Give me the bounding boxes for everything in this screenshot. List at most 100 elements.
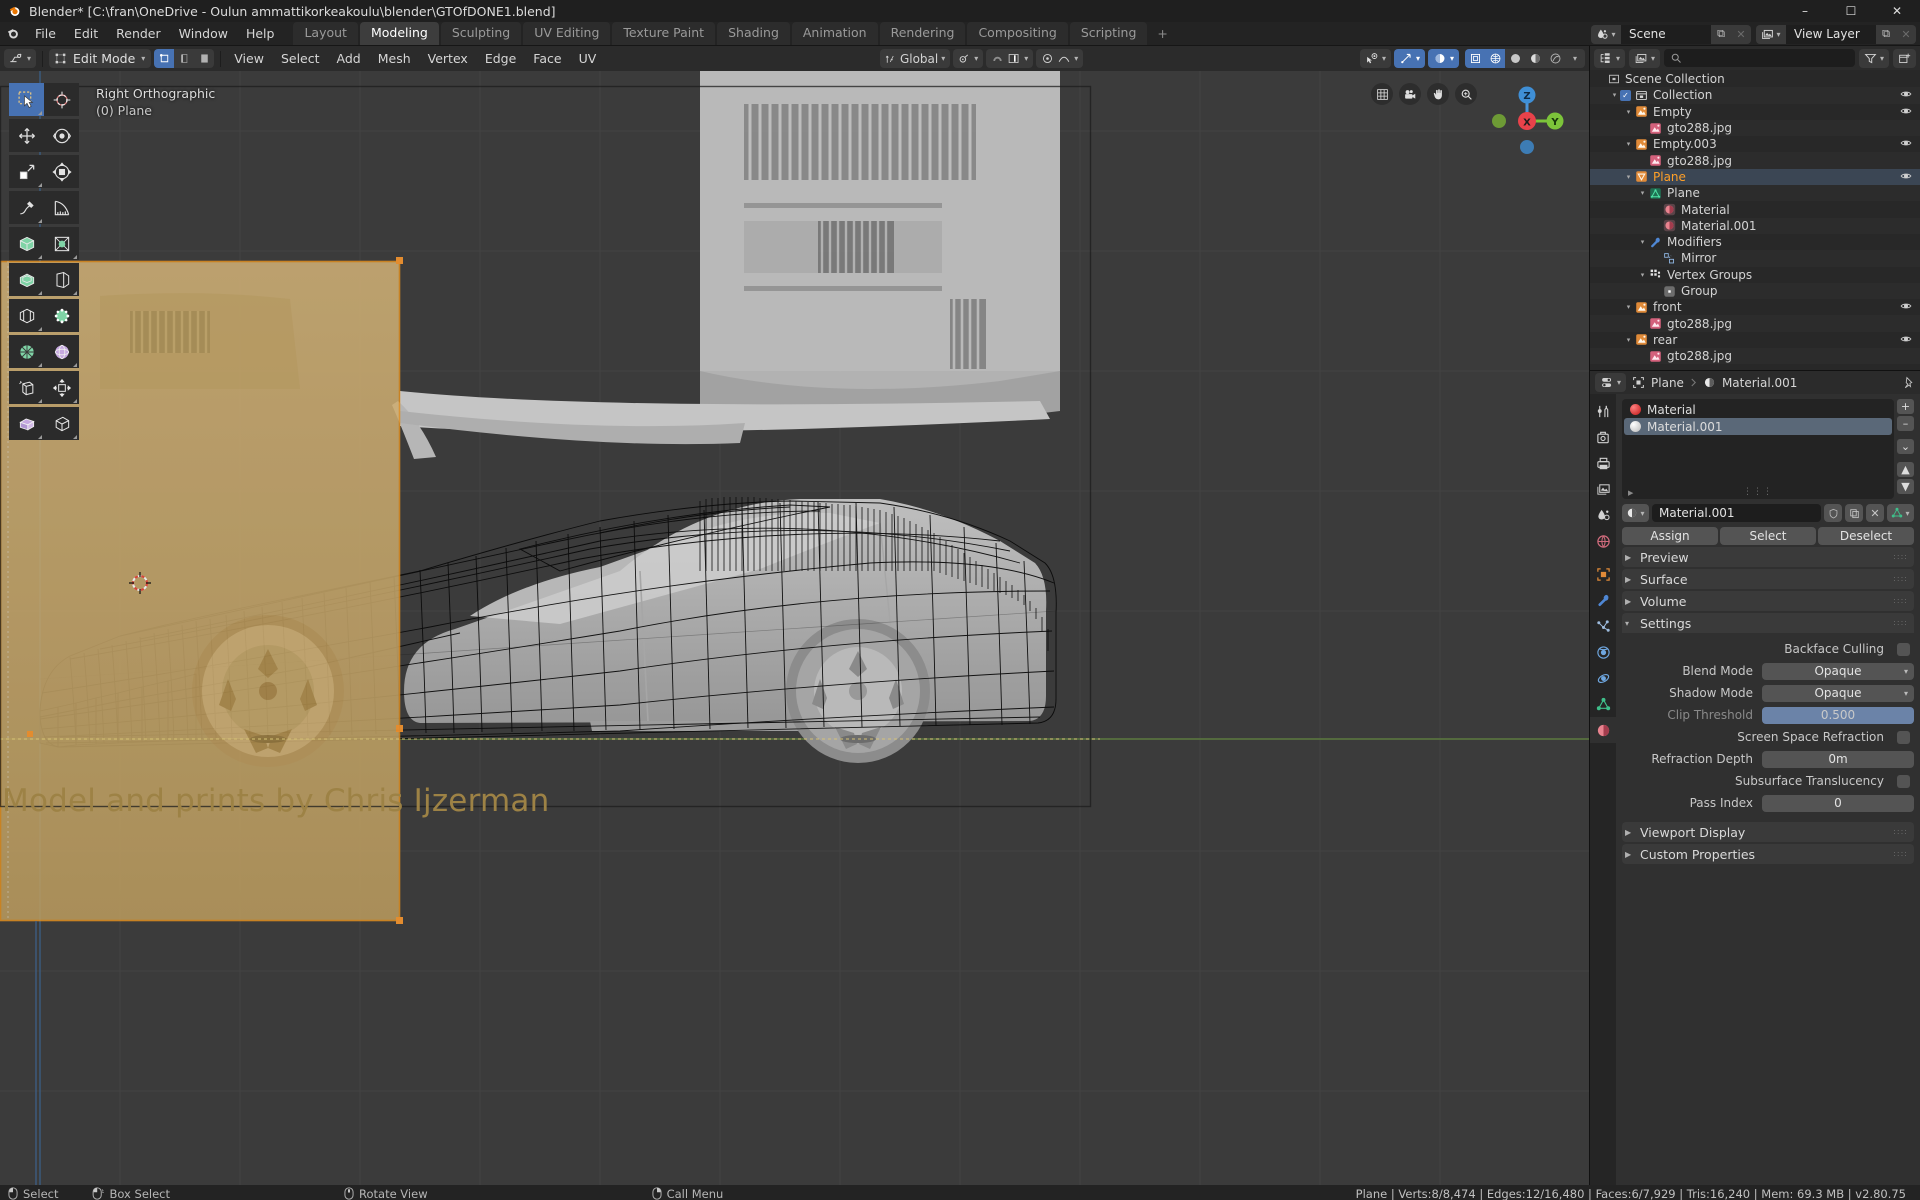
- outliner-row-front[interactable]: ▾ front: [1590, 299, 1920, 315]
- data-tab[interactable]: [1590, 691, 1616, 717]
- outliner-row-scene-collection[interactable]: Scene Collection: [1590, 71, 1920, 87]
- panel-custom-properties[interactable]: ▶ Custom Properties ::::: [1622, 844, 1914, 864]
- maximize-button[interactable]: ☐: [1828, 0, 1874, 22]
- outliner-disclosure-triangle-icon[interactable]: ▾: [1623, 303, 1634, 311]
- collection-checkbox[interactable]: ✓: [1620, 89, 1631, 101]
- outliner-disclosure-triangle-icon[interactable]: ▾: [1637, 271, 1648, 279]
- outliner-row-plane[interactable]: ▾ Plane: [1590, 185, 1920, 202]
- hide-in-viewport-icon[interactable]: [1900, 300, 1912, 315]
- properties-editor-type-button[interactable]: ▾: [1595, 373, 1627, 392]
- browse-material-button[interactable]: ▾: [1622, 504, 1649, 522]
- outliner-row-plane[interactable]: ▾ Plane: [1590, 168, 1920, 186]
- add-material-slot-button[interactable]: +: [1897, 399, 1914, 414]
- face-select-mode-button[interactable]: [194, 49, 215, 68]
- scale-tool[interactable]: [9, 155, 44, 188]
- viewport-menu-select[interactable]: Select: [274, 49, 327, 68]
- clip-threshold-slider[interactable]: 0.500: [1762, 706, 1914, 724]
- subsurface-translucency-checkbox[interactable]: [1897, 774, 1910, 788]
- material-slot-row[interactable]: Material: [1624, 401, 1892, 418]
- xray-toggle[interactable]: ▾: [1427, 49, 1459, 68]
- new-view-layer-button[interactable]: ⧉: [1876, 24, 1896, 44]
- outliner-row-mirror[interactable]: Mirror: [1590, 250, 1920, 267]
- object-tab[interactable]: [1590, 561, 1616, 587]
- knife-tool[interactable]: [44, 299, 79, 332]
- menu-help[interactable]: Help: [237, 22, 284, 45]
- close-button[interactable]: ✕: [1874, 0, 1920, 22]
- transform-orientation-dropdown[interactable]: Global ▾: [879, 49, 951, 68]
- material-link-dropdown[interactable]: ▾: [1887, 504, 1914, 522]
- tab-sculpting[interactable]: Sculpting: [440, 22, 522, 45]
- list-resize-grip[interactable]: ⋮⋮⋮: [1743, 487, 1773, 497]
- scene-tab[interactable]: [1590, 502, 1616, 528]
- viewport-menu-uv[interactable]: UV: [572, 49, 604, 68]
- tab-scripting[interactable]: Scripting: [1069, 22, 1148, 45]
- pan-view-hand-icon[interactable]: [1427, 83, 1449, 105]
- hide-in-viewport-icon[interactable]: [1900, 105, 1912, 120]
- world-tab[interactable]: [1590, 528, 1616, 554]
- minimize-button[interactable]: –: [1782, 0, 1828, 22]
- view-layer-tab[interactable]: [1590, 476, 1616, 502]
- outliner-filter-button[interactable]: ▾: [1858, 48, 1889, 68]
- add-workspace-button[interactable]: +: [1149, 23, 1175, 45]
- outliner-row-modifiers[interactable]: ▾ Modifiers: [1590, 234, 1920, 250]
- properties-breadcrumb-object[interactable]: Plane: [1651, 376, 1684, 390]
- smooth-tool[interactable]: [9, 371, 44, 404]
- panel-surface[interactable]: ▶ Surface ::::: [1622, 569, 1914, 589]
- outliner-disclosure-triangle-icon[interactable]: ▾: [1623, 173, 1634, 181]
- pin-icon[interactable]: [1902, 376, 1915, 389]
- outliner-disclosure-triangle-icon[interactable]: ▾: [1637, 238, 1648, 246]
- outliner-disclosure-triangle-icon[interactable]: ▾: [1623, 140, 1634, 148]
- refraction-depth-field[interactable]: 0m: [1762, 750, 1914, 768]
- backface-culling-checkbox[interactable]: [1897, 642, 1910, 656]
- tab-shading[interactable]: Shading: [717, 22, 790, 45]
- outliner-row-gto288-jpg[interactable]: gto288.jpg: [1590, 348, 1920, 365]
- snap-dropdown[interactable]: ▾: [953, 49, 984, 68]
- rotate-tool[interactable]: [44, 119, 79, 152]
- slot-expand-arrow-icon[interactable]: ▶: [1628, 489, 1633, 497]
- material-tab[interactable]: [1590, 717, 1616, 743]
- outliner-row-gto288-jpg[interactable]: gto288.jpg: [1590, 119, 1920, 137]
- tab-rendering[interactable]: Rendering: [879, 22, 966, 45]
- viewport-menu-mesh[interactable]: Mesh: [371, 49, 418, 68]
- outliner-row-vertex-groups[interactable]: ▾ Vertex Groups: [1590, 267, 1920, 283]
- panel-volume[interactable]: ▶ Volume ::::: [1622, 591, 1914, 611]
- move-slot-up-button[interactable]: ▲: [1897, 462, 1914, 477]
- menu-edit[interactable]: Edit: [65, 22, 107, 45]
- outliner-disclosure-triangle-icon[interactable]: ▾: [1609, 91, 1620, 99]
- tab-texture-paint[interactable]: Texture Paint: [612, 22, 716, 45]
- extrude-region-tool[interactable]: [44, 227, 79, 260]
- viewport-menu-face[interactable]: Face: [526, 49, 568, 68]
- outliner-row-rear[interactable]: ▾ rear: [1590, 332, 1920, 348]
- outliner-search-input[interactable]: [1664, 49, 1855, 67]
- remove-view-layer-button[interactable]: ✕: [1896, 24, 1916, 44]
- screen-space-refraction-checkbox[interactable]: [1897, 730, 1910, 744]
- annotate-tool[interactable]: [9, 191, 44, 224]
- unlink-scene-button[interactable]: ✕: [1731, 24, 1751, 44]
- new-material-button[interactable]: [1845, 504, 1863, 522]
- view-layer-name[interactable]: View Layer: [1786, 24, 1876, 44]
- output-tab[interactable]: [1590, 450, 1616, 476]
- tab-compositing[interactable]: Compositing: [967, 22, 1068, 45]
- outliner-row-empty-003[interactable]: ▾ Empty.003: [1590, 136, 1920, 152]
- fake-user-button[interactable]: [1824, 504, 1842, 522]
- proportional-editing-group[interactable]: ▾: [986, 49, 1034, 68]
- outliner-tree[interactable]: Scene Collection ▾ ✓ Collection ▾ Empty gto288…: [1590, 70, 1920, 370]
- cursor-tool[interactable]: [44, 83, 79, 116]
- view-layer-selector[interactable]: ▾ View Layer ⧉ ✕: [1756, 24, 1916, 44]
- wireframe-shading-button[interactable]: [1465, 49, 1485, 68]
- tool-tab[interactable]: [1590, 398, 1616, 424]
- move-slot-down-button[interactable]: ▼: [1897, 479, 1914, 494]
- new-collection-button[interactable]: [1893, 48, 1916, 68]
- shadow-mode-dropdown[interactable]: Opaque ▾: [1762, 684, 1914, 702]
- material-name-input[interactable]: Material.001: [1652, 504, 1821, 522]
- camera-view-icon[interactable]: [1399, 83, 1421, 105]
- show-gizmo-dropdown[interactable]: ▾: [1359, 49, 1391, 68]
- select-button[interactable]: Select: [1720, 527, 1816, 545]
- loop-cut-tool[interactable]: [9, 299, 44, 332]
- viewport-canvas[interactable]: Right Orthographic (0) Plane Model and p…: [0, 71, 1589, 1185]
- tab-modeling[interactable]: Modeling: [359, 22, 439, 45]
- material-slot-list[interactable]: Material Material.001 ▶ ⋮⋮⋮: [1622, 399, 1894, 499]
- hide-in-viewport-icon[interactable]: [1900, 170, 1912, 185]
- panel-preview[interactable]: ▶ Preview ::::: [1622, 547, 1914, 567]
- panel-viewport-display[interactable]: ▶ Viewport Display ::::: [1622, 822, 1914, 842]
